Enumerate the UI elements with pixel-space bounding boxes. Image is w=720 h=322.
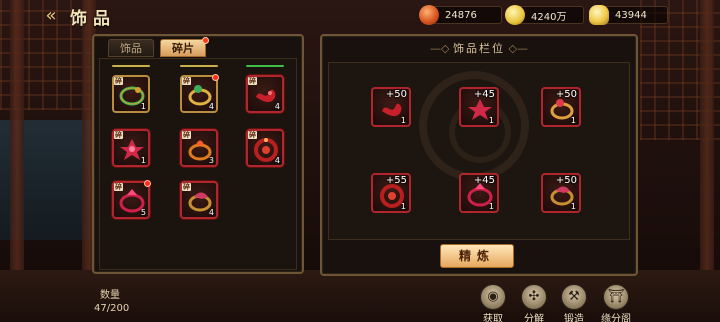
page-title: 饰品: [70, 9, 116, 29]
item-count: 5: [140, 208, 146, 217]
fragment-item[interactable]: 碎 4: [180, 74, 219, 113]
decompose-icon: ✣: [521, 284, 547, 310]
gold-ingot-icon: [589, 5, 609, 25]
equip-slot[interactable]: +55 1: [371, 173, 411, 213]
inventory-panel: 饰品 碎片 碎 1 碎 4 碎 4 碎 1 碎 3 碎 4 碎 5 碎 4: [92, 34, 304, 274]
tab-fragments[interactable]: 碎片: [160, 37, 209, 57]
fragment-tag: 碎: [248, 77, 257, 85]
enhance-level: +45: [473, 89, 495, 100]
action-label: 获取: [483, 314, 503, 322]
double-chevron-left-icon: «: [45, 5, 57, 26]
fragment-tag: 碎: [114, 131, 123, 139]
currency-value: 43944: [615, 9, 647, 21]
fragment-item[interactable]: 碎 4: [180, 181, 218, 219]
coin-pouch-icon: ◉: [480, 284, 506, 310]
equip-slot[interactable]: +50 1: [541, 87, 581, 127]
equip-slot[interactable]: +45 1: [459, 87, 499, 127]
quality-bar: [180, 65, 218, 67]
quality-bar: [112, 65, 150, 67]
slots-area: +50 1 +45 1 +50 1 +55 1 +45 1 +50 1: [328, 62, 630, 240]
obtain-button[interactable]: ◉ 获取: [477, 284, 509, 322]
fragment-tag: 碎: [248, 131, 257, 139]
slot-count: 1: [488, 116, 494, 125]
slot-count: 1: [488, 202, 494, 211]
equip-slot[interactable]: +50 1: [541, 173, 581, 213]
item-count: 4: [208, 102, 214, 111]
item-count: 1: [140, 156, 146, 165]
fragment-item[interactable]: 碎 1: [112, 75, 150, 113]
fragment-item[interactable]: 碎 1: [112, 129, 150, 167]
tab-label: 碎片: [172, 42, 194, 55]
item-count: 3: [208, 156, 214, 165]
quantity-value: 47/200: [94, 303, 130, 314]
panel-header: —◇ 饰品栏位 ◇—: [322, 36, 636, 60]
fragment-tag: 碎: [114, 183, 123, 191]
pavilion-icon: ⛩: [603, 284, 629, 310]
item-count: 4: [274, 102, 280, 111]
forge-button[interactable]: ⚒ 锻造: [558, 284, 590, 322]
action-label: 缘分阁: [601, 314, 631, 322]
fragment-tag: 碎: [182, 131, 191, 139]
enhance-level: +50: [555, 89, 577, 100]
fragment-tag: 碎: [182, 183, 191, 191]
item-count: 4: [274, 156, 280, 165]
fate-pavilion-button[interactable]: ⛩ 缘分阁: [600, 284, 632, 322]
enhance-level: +50: [385, 89, 407, 100]
fragment-grid: 碎 1 碎 4 碎 4 碎 1 碎 3 碎 4 碎 5 碎 4: [99, 58, 297, 270]
ornament-right-icon: ◇—: [505, 42, 528, 55]
action-label: 分解: [524, 314, 544, 322]
fragment-tag: 碎: [182, 77, 191, 85]
enhance-level: +50: [555, 175, 577, 186]
fragment-item[interactable]: 碎 4: [246, 75, 284, 113]
panel-title: 饰品栏位: [453, 42, 505, 55]
currency-gem[interactable]: 24876: [419, 5, 502, 25]
fragment-item[interactable]: 碎 5: [112, 180, 151, 219]
fragment-item[interactable]: 碎 3: [180, 129, 218, 167]
enhance-level: +45: [473, 175, 495, 186]
alert-dot: [202, 37, 209, 44]
currency-gold[interactable]: 4240万: [505, 5, 584, 25]
fragment-tag: 碎: [114, 77, 123, 85]
accessory-slots-panel: —◇ 饰品栏位 ◇— +50 1 +45 1 +50 1 +55 1 +45 1…: [320, 34, 638, 276]
currency-ingot[interactable]: 43944: [589, 5, 668, 25]
top-bar: « 饰品 24876 4240万 43944: [0, 0, 720, 34]
item-count: 4: [208, 208, 214, 217]
action-label: 锻造: [564, 314, 584, 322]
gold-coins-icon: [505, 5, 525, 25]
equip-slot[interactable]: +45 1: [459, 173, 499, 213]
slot-count: 1: [570, 116, 576, 125]
slot-count: 1: [400, 116, 406, 125]
slot-count: 1: [400, 202, 406, 211]
alert-dot: [144, 180, 151, 187]
enhance-level: +55: [385, 175, 407, 186]
quantity-label: 数量: [100, 290, 120, 301]
refine-button[interactable]: 精炼: [440, 244, 514, 268]
item-count: 1: [140, 102, 146, 111]
currency-value: 4240万: [531, 11, 567, 23]
gem-coin-icon: [419, 5, 439, 25]
currency-value: 24876: [445, 9, 477, 21]
tab-accessories[interactable]: 饰品: [108, 39, 154, 57]
quality-bar: [246, 65, 284, 67]
decompose-button[interactable]: ✣ 分解: [518, 284, 550, 322]
back-button[interactable]: «: [40, 6, 62, 26]
ornament-left-icon: —◇: [430, 42, 453, 55]
slot-count: 1: [570, 202, 576, 211]
alert-dot: [212, 74, 219, 81]
hammer-icon: ⚒: [561, 284, 587, 310]
equip-slot[interactable]: +50 1: [371, 87, 411, 127]
fragment-item[interactable]: 碎 4: [246, 129, 284, 167]
